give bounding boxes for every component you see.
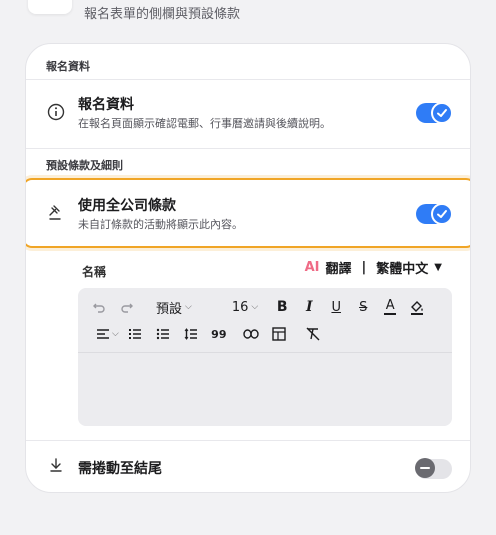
registration-desc: 在報名頁面顯示確認電郵、行事曆邀請與後續說明。: [78, 117, 331, 130]
terms-toggle[interactable]: [416, 203, 453, 225]
align-select[interactable]: ⌵: [96, 322, 119, 346]
blockquote-icon[interactable]: 99: [209, 322, 229, 346]
terms-title: 使用全公司條款: [78, 198, 176, 214]
section-heading-registration: 報名資料: [46, 60, 90, 73]
chevron-down-icon: ⌵: [185, 302, 192, 312]
page-subtitle: 報名表單的側欄與預設條款: [84, 7, 241, 22]
rich-text-editor: 預設 ⌵ 16 ⌵ B I U S A ⌵ 99: [78, 288, 452, 426]
download-icon: [46, 455, 66, 475]
style-select-value: 預設: [156, 301, 183, 317]
lang-separator: |: [361, 260, 367, 275]
underline-icon[interactable]: U: [326, 295, 346, 319]
check-icon: [431, 102, 453, 124]
size-select-value: 16: [231, 299, 249, 315]
chevron-down-icon: ⌵: [112, 329, 119, 339]
bold-icon[interactable]: B: [272, 295, 292, 319]
registration-toggle[interactable]: [416, 102, 453, 124]
strikethrough-icon[interactable]: S: [353, 295, 373, 319]
language-select[interactable]: 繁體中文: [376, 258, 428, 277]
settings-card: 報名資料 報名資料 在報名頁面顯示確認電郵、行事曆邀請與後續說明。 預設條款及細…: [25, 43, 471, 493]
chevron-down-icon: ⌵: [251, 302, 259, 312]
editor-toolbar-row-2: ⌵ 99: [78, 321, 452, 347]
section-heading-terms: 預設條款及細則: [46, 159, 123, 172]
translate-control[interactable]: AI 翻譯 | 繁體中文 ▼: [305, 258, 442, 277]
registration-row: 報名資料 在報名頁面顯示確認電郵、行事曆邀請與後續說明。: [26, 79, 470, 148]
scroll-required-row: 需捲動至結尾: [26, 440, 470, 492]
editor-content-area[interactable]: [78, 353, 452, 426]
name-label: 名稱: [82, 265, 107, 279]
terms-row: 使用全公司條款 未自訂條款的活動將顯示此內容。: [26, 178, 470, 248]
app-icon: [28, 0, 72, 14]
align-left-icon: [97, 329, 109, 339]
table-icon[interactable]: [269, 322, 289, 346]
info-icon: [46, 102, 66, 122]
link-icon[interactable]: [241, 322, 261, 346]
caret-down-icon[interactable]: ▼: [434, 262, 442, 273]
minus-icon: [415, 458, 435, 478]
translate-button[interactable]: 翻譯: [326, 258, 352, 277]
divider: [26, 148, 470, 149]
editor-toolbar-row-1: 預設 ⌵ 16 ⌵ B I U S A: [78, 294, 452, 320]
check-icon: [431, 203, 453, 225]
ai-badge: AI: [304, 260, 320, 275]
size-select[interactable]: 16 ⌵: [232, 295, 258, 319]
terms-desc: 未自訂條款的活動將顯示此內容。: [78, 218, 243, 231]
scroll-required-toggle[interactable]: [415, 458, 452, 479]
undo-icon[interactable]: [88, 295, 110, 319]
font-color-icon[interactable]: A: [380, 295, 400, 319]
registration-title: 報名資料: [78, 97, 134, 113]
gavel-icon: [46, 202, 66, 222]
style-select[interactable]: 預設 ⌵: [156, 295, 192, 319]
bullet-list-icon[interactable]: [153, 322, 173, 346]
ordered-list-icon[interactable]: [125, 322, 145, 346]
italic-icon[interactable]: I: [299, 295, 319, 319]
scroll-required-title: 需捲動至結尾: [78, 461, 162, 477]
highlight-fill-icon[interactable]: [407, 295, 427, 319]
line-height-icon[interactable]: [181, 322, 201, 346]
redo-icon[interactable]: [116, 295, 138, 319]
clear-format-icon[interactable]: [303, 322, 323, 346]
